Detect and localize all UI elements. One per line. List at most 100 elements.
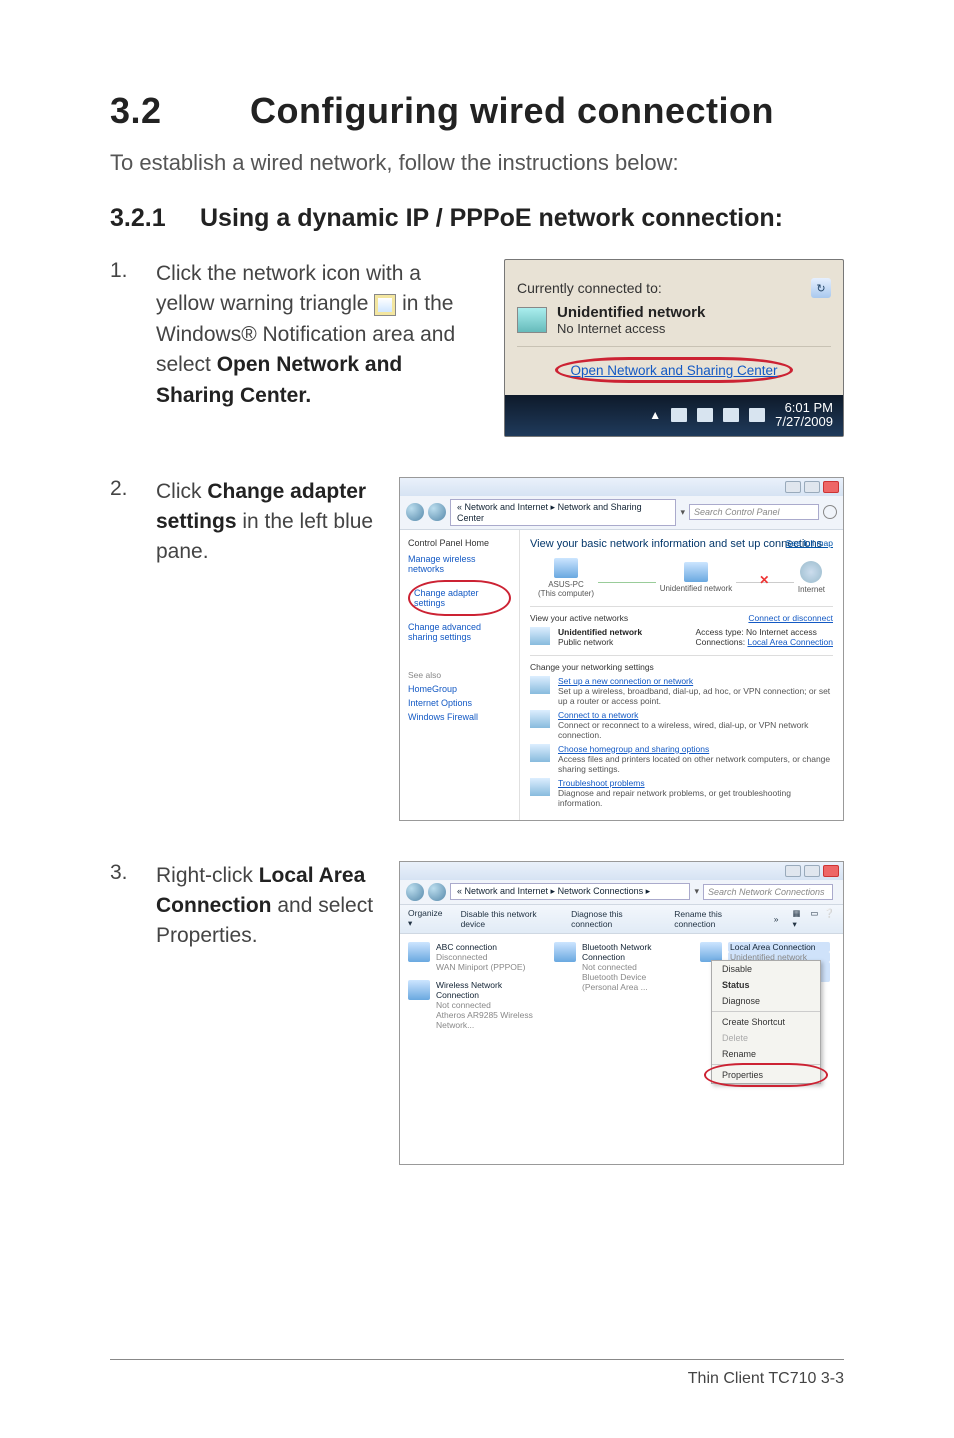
ctx-diagnose[interactable]: Diagnose	[712, 993, 820, 1009]
lead-paragraph: To establish a wired network, follow the…	[110, 150, 844, 176]
callout-oval-adapter: Change adapter settings	[408, 580, 511, 616]
nav-back-button[interactable]	[406, 883, 424, 901]
sidebar-adapter-settings[interactable]: Change adapter settings	[414, 588, 505, 608]
left-sidebar: Control Panel Home Manage wireless netwo…	[400, 530, 520, 820]
separator	[712, 1011, 820, 1012]
connect-icon	[530, 710, 550, 728]
preview-pane-button[interactable]: ▭	[810, 908, 818, 930]
context-menu: Disable Status Diagnose Create Shortcut …	[711, 960, 821, 1084]
tray-arrow-icon[interactable]: ▲	[649, 408, 661, 422]
section-number: 3.2	[110, 90, 250, 132]
tray-flag-icon[interactable]	[671, 408, 687, 422]
maximize-button[interactable]	[804, 481, 820, 493]
toolbar-rename[interactable]: Rename this connection	[674, 909, 760, 929]
internet-icon	[800, 561, 822, 583]
tray-clock[interactable]: 6:01 PM 7/27/2009	[775, 401, 833, 430]
search-input[interactable]: Search Network Connections	[703, 884, 833, 900]
change-settings-label: Change your networking settings	[530, 662, 833, 672]
sidebar-homegroup[interactable]: HomeGroup	[408, 684, 511, 694]
ctx-status[interactable]: Status	[712, 977, 820, 993]
currently-connected-label: Currently connected to:	[517, 280, 662, 296]
connect-disconnect-link[interactable]: Connect or disconnect	[748, 613, 833, 623]
section-heading: Configuring wired connection	[250, 90, 774, 131]
homegroup-link[interactable]: Choose homegroup and sharing options	[558, 744, 709, 754]
no-connection-icon: ✕	[759, 573, 769, 587]
network-sharing-center-window: « Network and Internet ▸ Network and Sha…	[399, 477, 844, 821]
connections-label: Connections:	[695, 637, 745, 647]
connections-pane: ABC connectionDisconnectedWAN Miniport (…	[400, 934, 843, 1164]
network-icon	[517, 307, 547, 333]
conn-name: ABC connection	[436, 942, 525, 952]
close-button[interactable]	[823, 481, 839, 493]
sidebar-wireless[interactable]: Manage wireless networks	[408, 554, 511, 574]
step-3-number: 3.	[110, 861, 156, 1165]
window-titlebar	[400, 478, 843, 496]
tray-network-icon[interactable]	[723, 408, 739, 422]
setup-connection-link[interactable]: Set up a new connection or network	[558, 676, 693, 686]
address-bar: « Network and Internet ▸ Network Connect…	[400, 880, 843, 905]
network-connections-window: « Network and Internet ▸ Network Connect…	[399, 861, 844, 1165]
conn-name: Wireless Network Connection	[436, 980, 538, 1000]
network-status: No Internet access	[557, 321, 705, 336]
connect-network-link[interactable]: Connect to a network	[558, 710, 638, 720]
troubleshoot-icon	[530, 778, 550, 796]
step-3-pre: Right-click	[156, 864, 259, 887]
nav-back-button[interactable]	[406, 503, 424, 521]
toolbar-disable[interactable]: Disable this network device	[461, 909, 558, 929]
callout-oval: Open Network and Sharing Center	[555, 357, 792, 383]
active-net-type: Public network	[558, 637, 687, 647]
connection-item[interactable]: Wireless Network ConnectionNot connected…	[408, 980, 538, 1030]
tray-time: 6:01 PM	[775, 401, 833, 415]
map-internet: Internet	[798, 585, 825, 594]
step-2-text: Click Change adapter settings in the lef…	[156, 477, 379, 821]
system-tray: ▲ 6:01 PM 7/27/2009	[505, 395, 843, 436]
ctx-disable[interactable]: Disable	[712, 961, 820, 977]
view-icons-button[interactable]: ▦ ▾	[793, 908, 805, 930]
conn-device: Bluetooth Device (Personal Area ...	[582, 972, 684, 992]
conn-status: Not connected	[436, 1000, 538, 1010]
close-button[interactable]	[823, 865, 839, 877]
troubleshoot-link[interactable]: Troubleshoot problems	[558, 778, 645, 788]
breadcrumb[interactable]: « Network and Internet ▸ Network Connect…	[450, 883, 690, 900]
ctx-rename[interactable]: Rename	[712, 1046, 820, 1062]
page-footer: Thin Client TC710 3-3	[688, 1370, 844, 1388]
tray-popup: Currently connected to: ↻ Unidentified n…	[504, 259, 844, 437]
see-full-map-link[interactable]: See full map	[786, 538, 833, 548]
minimize-button[interactable]	[785, 865, 801, 877]
network-name: Unidentified network	[557, 304, 705, 321]
sidebar-home[interactable]: Control Panel Home	[408, 538, 511, 548]
connection-item[interactable]: Bluetooth Network ConnectionNot connecte…	[554, 942, 684, 1030]
toolbar-diagnose[interactable]: Diagnose this connection	[571, 909, 660, 929]
help-button[interactable]: ❔	[824, 908, 835, 930]
tray-volume-icon[interactable]	[749, 408, 765, 422]
sidebar-internet-options[interactable]: Internet Options	[408, 698, 511, 708]
minimize-button[interactable]	[785, 481, 801, 493]
search-icon[interactable]	[823, 505, 837, 519]
conn-status: Not connected	[582, 962, 684, 972]
local-area-conn-link[interactable]: Local Area Connection	[747, 637, 833, 647]
organize-menu[interactable]: Organize ▾	[408, 908, 447, 929]
ctx-properties[interactable]: Properties	[712, 1067, 820, 1083]
nav-forward-button[interactable]	[428, 503, 446, 521]
step-2-number: 2.	[110, 477, 156, 821]
connection-item[interactable]: ABC connectionDisconnectedWAN Miniport (…	[408, 942, 538, 972]
sidebar-advanced-sharing[interactable]: Change advanced sharing settings	[408, 622, 511, 642]
tray-action-icon[interactable]	[697, 408, 713, 422]
step-3-text: Right-click Local Area Connection and se…	[156, 861, 379, 1165]
map-pc: ASUS-PC	[538, 580, 594, 589]
connection-icon	[408, 942, 430, 962]
connect-network-desc: Connect or reconnect to a wireless, wire…	[558, 720, 833, 740]
ctx-create-shortcut[interactable]: Create Shortcut	[712, 1014, 820, 1030]
refresh-icon[interactable]: ↻	[811, 278, 831, 298]
network-node-icon	[684, 562, 708, 582]
search-input[interactable]: Search Control Panel	[689, 504, 819, 520]
map-pc-sub: (This computer)	[538, 589, 594, 598]
maximize-button[interactable]	[804, 865, 820, 877]
breadcrumb[interactable]: « Network and Internet ▸ Network and Sha…	[450, 499, 676, 526]
conn-status: Disconnected	[436, 952, 525, 962]
step-1-text: Click the network icon with a yellow war…	[156, 259, 484, 437]
toolbar-more[interactable]: »	[774, 914, 779, 924]
sidebar-firewall[interactable]: Windows Firewall	[408, 712, 511, 722]
nav-forward-button[interactable]	[428, 883, 446, 901]
open-network-center-link[interactable]: Open Network and Sharing Center	[570, 363, 777, 378]
